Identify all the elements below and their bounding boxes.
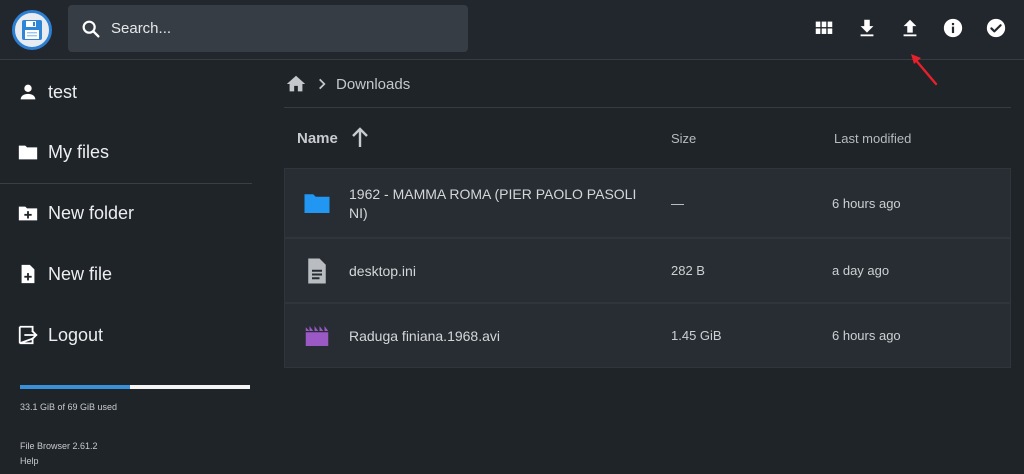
movie-icon (302, 321, 332, 351)
folder-icon (302, 188, 332, 218)
storage-usage-text: 33.1 GiB of 69 GiB used (20, 402, 118, 412)
column-header-modified[interactable]: Last modified (834, 109, 911, 167)
file-modified: 6 hours ago (832, 328, 901, 343)
info-button[interactable] (939, 14, 967, 42)
app-version: File Browser 2.61.2 (20, 441, 98, 451)
file-row[interactable]: desktop.ini 282 B a day ago (284, 238, 1011, 303)
help-link[interactable]: Help (20, 456, 39, 466)
sidebar-item-label: Logout (48, 324, 104, 345)
sidebar: test My files New folder New file Logout… (0, 61, 252, 474)
column-header-size[interactable]: Size (671, 109, 696, 167)
download-icon (860, 19, 874, 37)
file-name: desktop.ini (349, 263, 416, 279)
file-size: 1.45 GiB (671, 328, 722, 343)
top-header (0, 0, 1024, 60)
breadcrumb: Downloads (284, 61, 1011, 108)
create-folder-icon (16, 201, 40, 225)
upload-button[interactable] (896, 14, 924, 42)
breadcrumb-item-downloads[interactable]: Downloads (336, 76, 410, 93)
sidebar-item-label: test (48, 81, 78, 102)
download-button[interactable] (853, 14, 881, 42)
file-row[interactable]: 1962 - MAMMA ROMA (PIER PAOLO PASOLI NI)… (284, 168, 1011, 238)
storage-usage-bar (20, 385, 250, 389)
file-name-line: NI) (349, 205, 368, 221)
upload-icon (903, 19, 917, 37)
file-row[interactable]: Raduga finiana.1968.avi 1.45 GiB 6 hours… (284, 303, 1011, 368)
sidebar-item-new-folder[interactable]: New folder (0, 188, 252, 238)
sidebar-divider (0, 183, 252, 184)
document-icon (302, 256, 332, 286)
person-icon (16, 80, 40, 104)
search-bar[interactable] (68, 5, 468, 52)
sidebar-item-logout[interactable]: Logout (0, 310, 252, 360)
file-name: 1962 - MAMMA ROMA (PIER PAOLO PASOLI NI) (349, 185, 669, 223)
search-icon (80, 18, 102, 40)
sort-arrow-up-icon (348, 126, 372, 150)
search-input[interactable] (111, 20, 441, 37)
logout-icon (16, 323, 40, 347)
sidebar-item-label: My files (48, 141, 110, 162)
select-check-icon (986, 18, 1006, 38)
file-modified: 6 hours ago (832, 196, 901, 211)
chevron-right-icon (312, 74, 332, 94)
grid-view-button[interactable] (810, 14, 838, 42)
select-multiple-button[interactable] (982, 14, 1010, 42)
storage-usage-fill (20, 385, 131, 389)
file-name: Raduga finiana.1968.avi (349, 328, 501, 344)
file-modified: a day ago (832, 263, 890, 278)
home-icon[interactable] (284, 72, 308, 96)
folder-icon (16, 140, 40, 164)
file-list-header: Name Size Last modified (284, 109, 1011, 167)
sidebar-item-new-file[interactable]: New file (0, 249, 252, 299)
info-icon (943, 18, 963, 38)
column-name-label: Name (297, 129, 338, 147)
sidebar-item-label: New folder (48, 202, 135, 223)
floppy-disk-icon (22, 20, 42, 40)
file-size: — (671, 196, 684, 211)
file-name-line: 1962 - MAMMA ROMA (PIER PAOLO PASOLI (349, 186, 637, 202)
sidebar-item-user[interactable]: test (0, 67, 252, 117)
note-add-icon (16, 262, 40, 286)
column-header-name[interactable]: Name (297, 109, 372, 167)
file-size: 282 B (671, 263, 705, 278)
grid-view-icon (815, 21, 833, 34)
file-browser-logo[interactable] (12, 10, 52, 50)
sidebar-item-label: New file (48, 263, 113, 284)
sidebar-item-my-files[interactable]: My files (0, 127, 252, 177)
